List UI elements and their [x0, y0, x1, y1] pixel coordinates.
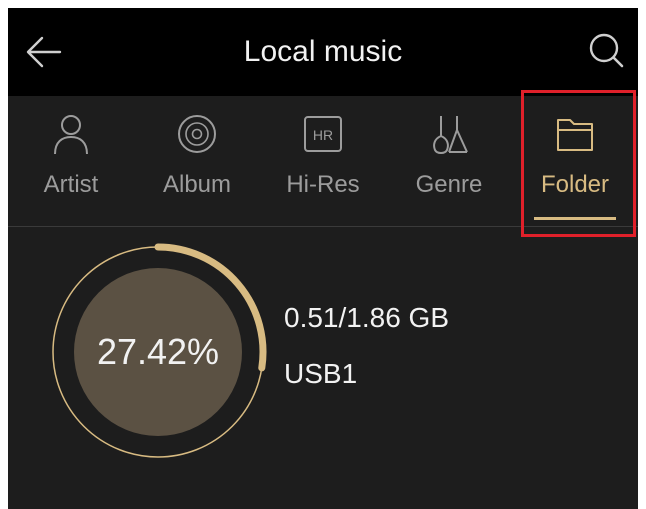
storage-device-name: USB1: [284, 358, 358, 389]
tab-label: Artist: [43, 171, 99, 198]
storage-usage-text: 0.51/1.86 GB: [284, 302, 450, 333]
tab-label: Hi-Res: [286, 171, 360, 198]
storage-usage-ring[interactable]: 27.42%: [38, 232, 278, 472]
search-button[interactable]: [582, 26, 630, 74]
storage-info: 0.51/1.86 GB USB1: [284, 300, 449, 392]
tab-hi-res[interactable]: HR Hi-Res: [260, 96, 386, 226]
local-music-screen: Local music Artist Album HR Hi-Res Genre…: [8, 8, 638, 509]
top-bar: Local music: [8, 8, 638, 96]
category-tabs: Artist Album HR Hi-Res Genre Folder: [8, 96, 638, 227]
guitar-icon: [433, 116, 468, 154]
storage-percent: 27.42%: [96, 331, 220, 372]
disc-icon: [178, 115, 216, 153]
tab-label: Folder: [540, 171, 610, 198]
tab-label: Album: [162, 171, 232, 198]
person-icon: [54, 115, 88, 155]
hi-res-badge-text: HR: [313, 127, 333, 143]
tab-artist[interactable]: Artist: [8, 96, 134, 226]
page-title: Local music: [243, 35, 403, 68]
search-icon: [589, 33, 624, 68]
tab-folder[interactable]: Folder: [512, 96, 638, 226]
active-tab-indicator: [534, 217, 616, 220]
tab-album[interactable]: Album: [134, 96, 260, 226]
folder-icon: [557, 119, 593, 151]
tab-genre[interactable]: Genre: [386, 96, 512, 226]
hi-res-badge-icon: HR: [304, 116, 342, 152]
tab-label: Genre: [415, 171, 483, 198]
